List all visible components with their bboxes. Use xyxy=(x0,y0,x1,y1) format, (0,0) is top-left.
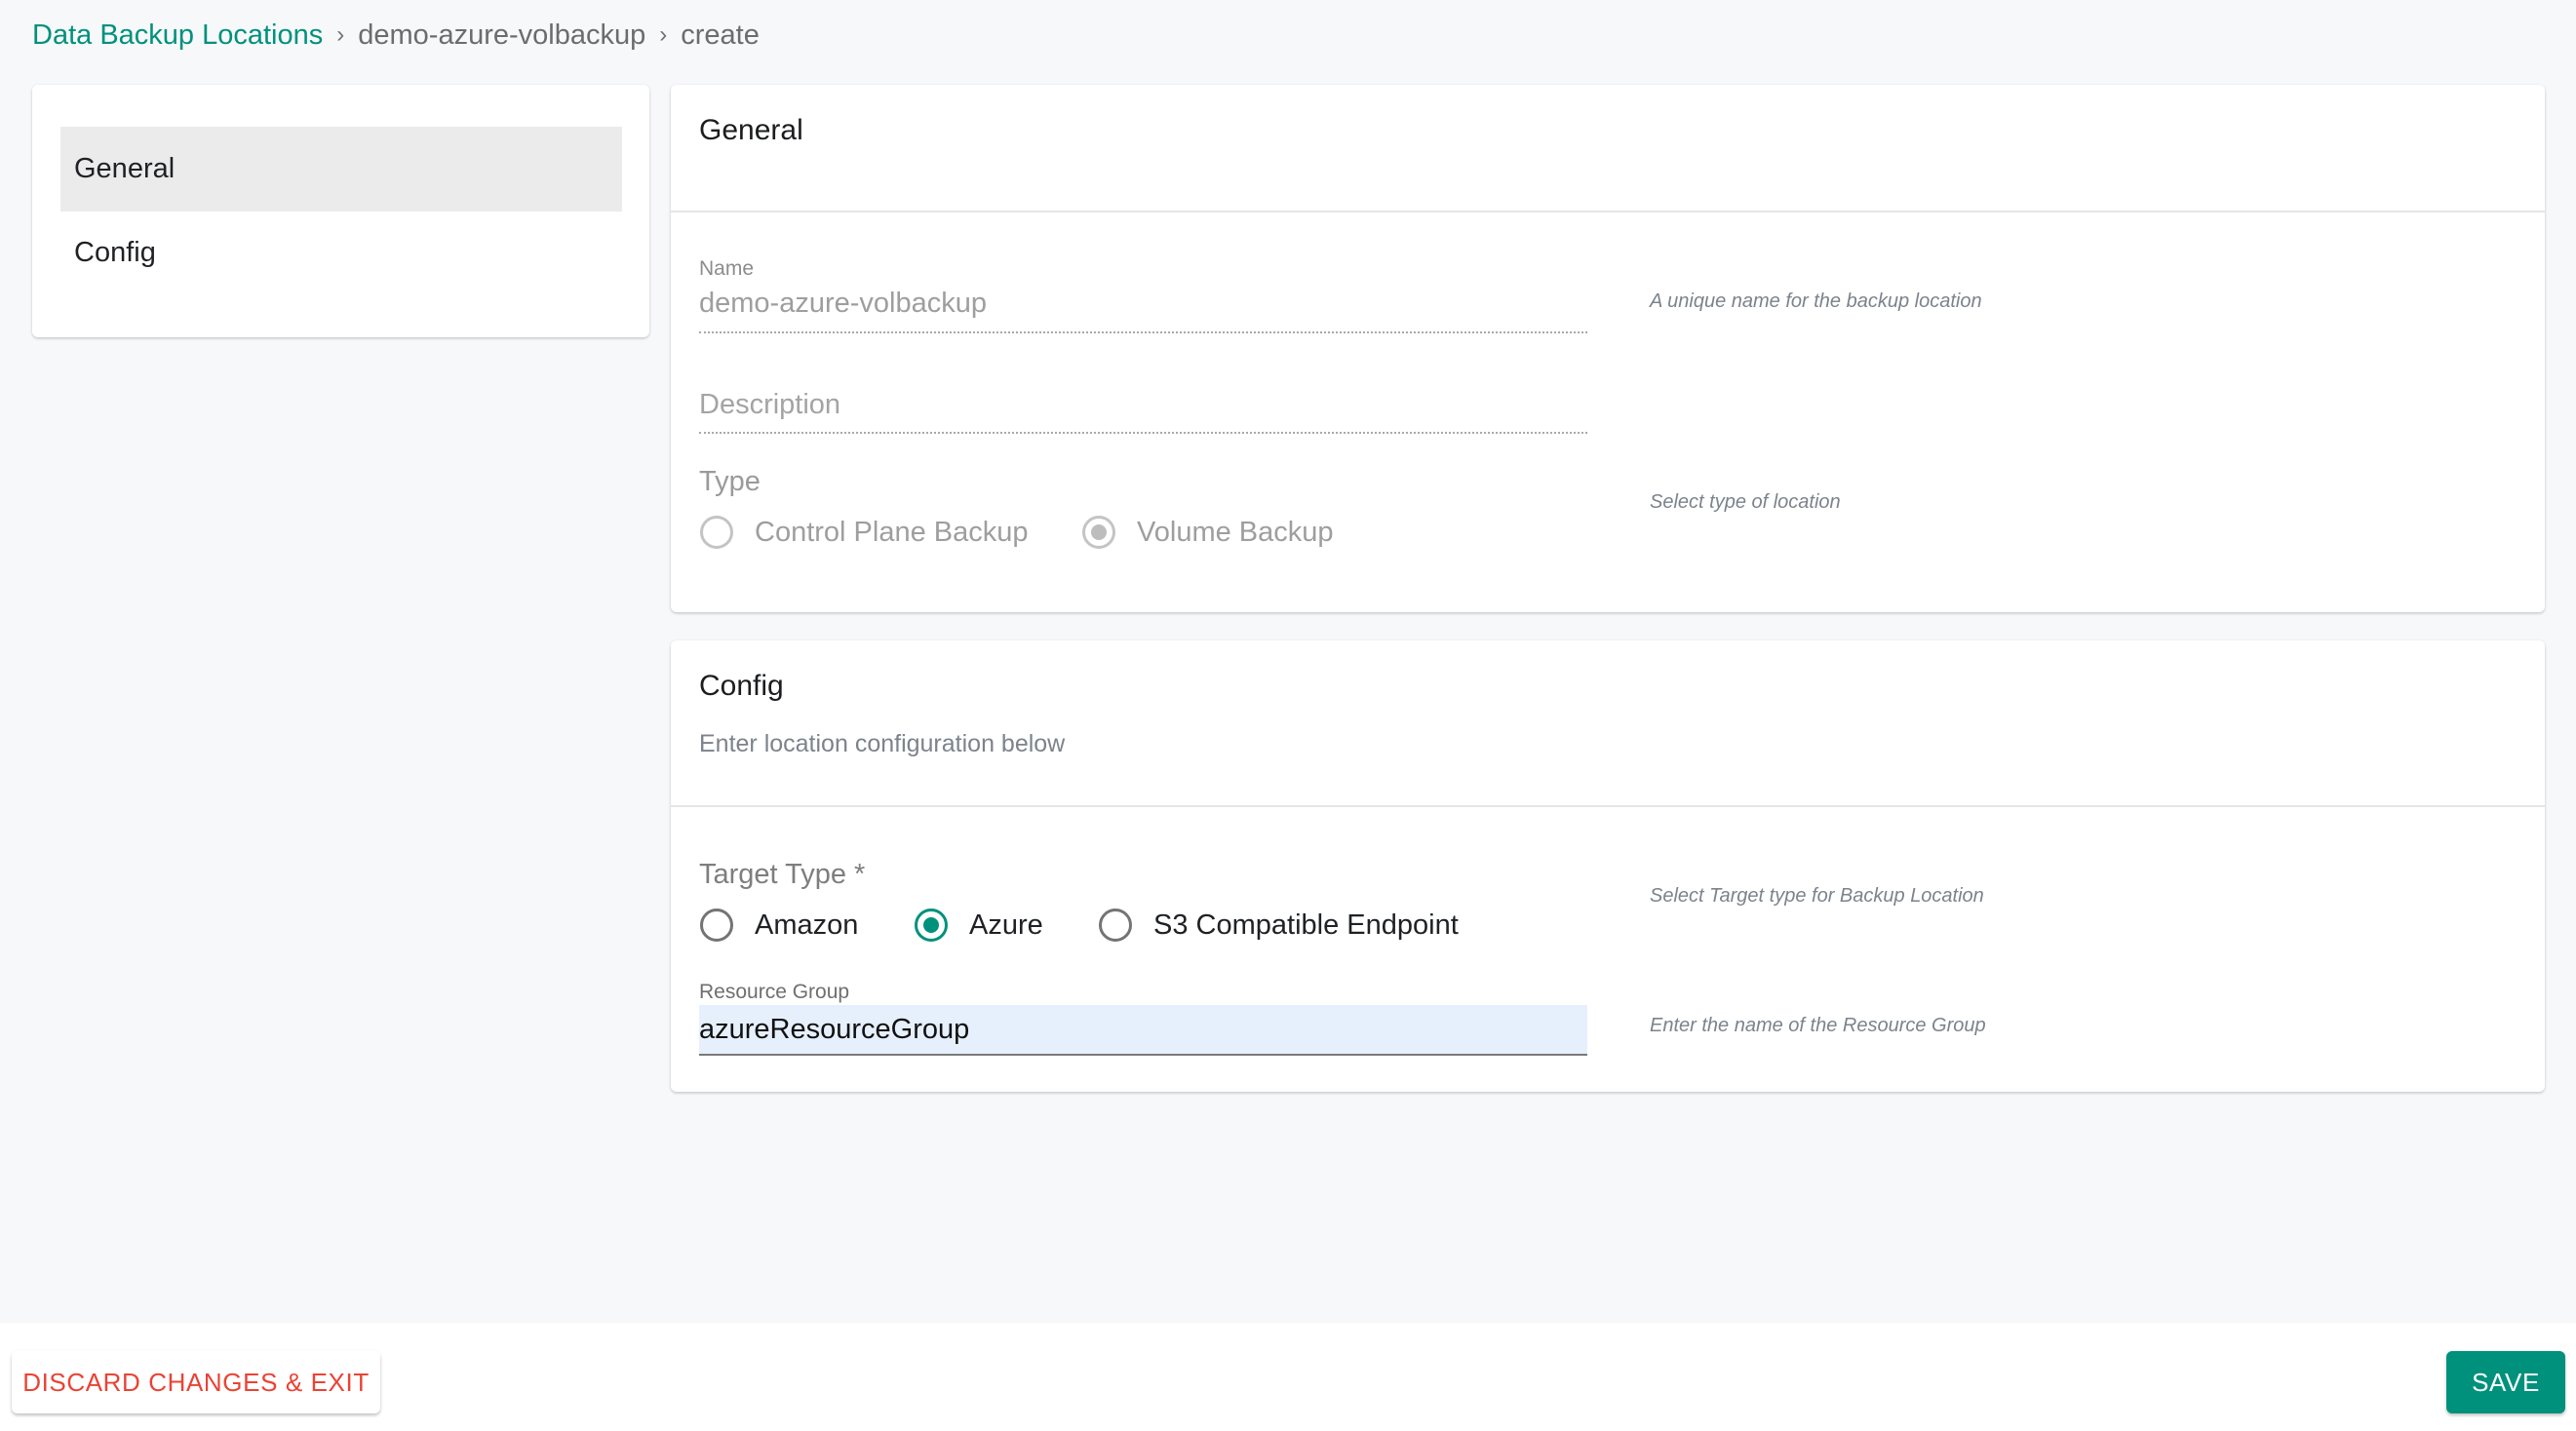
radio-label: Volume Backup xyxy=(1137,516,1334,548)
radio-label: Control Plane Backup xyxy=(755,516,1029,548)
target-type-label: Target Type * xyxy=(699,859,866,890)
name-field-underline xyxy=(699,331,1587,333)
section-nav-card: General Config xyxy=(32,85,649,337)
resource-group-help-text: Enter the name of the Resource Group xyxy=(1650,1015,1986,1036)
general-header-divider xyxy=(671,211,2545,213)
name-field[interactable]: demo-azure-volbackup xyxy=(699,290,987,318)
type-help-text: Select type of location xyxy=(1650,491,1841,513)
discard-changes-button[interactable]: DISCARD CHANGES & EXIT xyxy=(12,1351,380,1413)
radio-label: S3 Compatible Endpoint xyxy=(1153,909,1459,941)
target-type-help-text: Select Target type for Backup Location xyxy=(1650,885,1984,907)
breadcrumb-separator-icon: › xyxy=(659,21,668,48)
description-field[interactable]: Description xyxy=(699,391,840,419)
save-button[interactable]: SAVE xyxy=(2446,1351,2565,1413)
radio-s3-compatible-endpoint[interactable]: S3 Compatible Endpoint xyxy=(1099,909,1459,942)
general-section-title: General xyxy=(699,114,803,146)
general-section-card: General Name demo-azure-volbackup A uniq… xyxy=(671,85,2545,612)
radio-unchecked-icon xyxy=(700,909,733,942)
radio-azure[interactable]: Azure xyxy=(915,909,1043,942)
config-header-divider xyxy=(671,805,2545,807)
name-field-label: Name xyxy=(699,257,755,280)
sidebar-item-general[interactable]: General xyxy=(60,127,622,212)
breadcrumb-current-page: create xyxy=(681,19,760,51)
description-field-underline xyxy=(699,432,1587,434)
radio-label: Azure xyxy=(969,909,1043,941)
breadcrumb-separator-icon: › xyxy=(336,21,345,48)
sidebar-item-label: General xyxy=(74,153,176,184)
action-footer: DISCARD CHANGES & EXIT SAVE xyxy=(0,1323,2576,1431)
sidebar-item-config[interactable]: Config xyxy=(60,211,622,295)
config-section-card: Config Enter location configuration belo… xyxy=(671,640,2545,1092)
radio-checked-icon xyxy=(1082,516,1115,549)
resource-group-label: Resource Group xyxy=(699,981,850,1003)
name-help-text: A unique name for the backup location xyxy=(1650,290,1982,312)
radio-amazon[interactable]: Amazon xyxy=(700,909,858,942)
breadcrumb-data-backup-locations[interactable]: Data Backup Locations xyxy=(32,19,323,52)
config-section-title: Config xyxy=(699,670,784,702)
breadcrumb-location-name: demo-azure-volbackup xyxy=(358,19,646,51)
radio-unchecked-icon xyxy=(1099,909,1132,942)
type-group-label: Type xyxy=(699,466,761,497)
sidebar-item-label: Config xyxy=(74,237,156,268)
config-section-subtitle: Enter location configuration below xyxy=(699,730,1066,757)
radio-label: Amazon xyxy=(755,909,859,941)
radio-control-plane-backup[interactable]: Control Plane Backup xyxy=(700,516,1029,549)
radio-checked-icon xyxy=(915,909,948,942)
radio-volume-backup[interactable]: Volume Backup xyxy=(1082,516,1334,549)
resource-group-input[interactable] xyxy=(699,1005,1587,1056)
radio-unchecked-icon xyxy=(700,516,733,549)
breadcrumb: Data Backup Locations › demo-azure-volba… xyxy=(32,14,760,57)
